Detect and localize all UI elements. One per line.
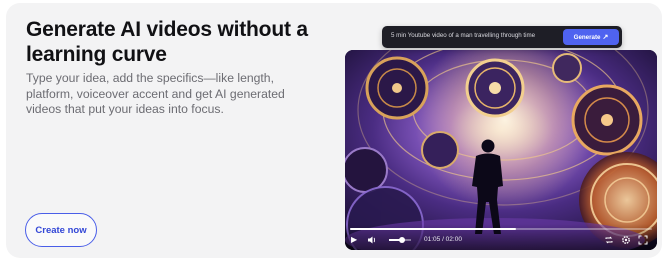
volume-knob[interactable] <box>399 237 406 243</box>
progress-fill <box>350 228 517 230</box>
time-display: 01:05 / 02:00 <box>424 236 462 243</box>
prompt-bar[interactable]: 5 min Youtube video of a man travelling … <box>382 26 622 48</box>
generate-label: Generate <box>573 34 601 41</box>
progress-bar[interactable] <box>350 228 652 230</box>
volume-icon[interactable] <box>367 235 377 247</box>
settings-icon[interactable] <box>621 235 631 247</box>
loop-icon[interactable] <box>604 235 614 247</box>
fullscreen-icon[interactable] <box>638 235 648 247</box>
generate-button[interactable]: Generate ↗ <box>563 29 619 45</box>
magic-wand-icon: ↗ <box>602 34 609 41</box>
prompt-input[interactable]: 5 min Youtube video of a man travelling … <box>391 32 535 39</box>
hero-card: Generate AI videos without a learning cu… <box>6 3 662 258</box>
create-now-button[interactable]: Create now <box>25 213 97 247</box>
video-player[interactable]: ▶ 01:05 / 02:00 <box>345 50 657 250</box>
hero-description: Type your idea, add the specifics—like l… <box>26 71 285 116</box>
play-icon[interactable]: ▶ <box>351 236 357 244</box>
video-controls: ▶ 01:05 / 02:00 <box>345 224 657 250</box>
video-frame-image <box>345 50 657 250</box>
volume-slider[interactable] <box>389 237 411 243</box>
hero-headline: Generate AI videos without a learning cu… <box>26 18 308 66</box>
